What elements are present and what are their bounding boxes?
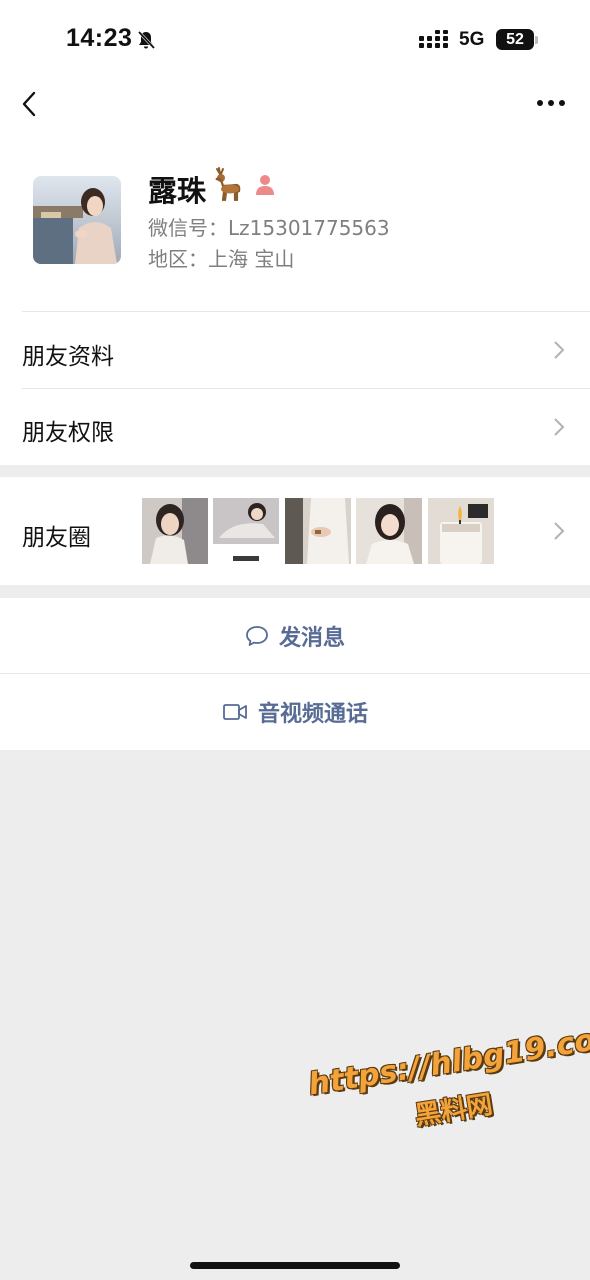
- moments-photo: [428, 498, 494, 564]
- back-icon[interactable]: [18, 90, 42, 118]
- more-icon[interactable]: [536, 96, 566, 110]
- profile-section: [0, 80, 590, 465]
- moments-photo: [285, 498, 351, 564]
- video-call-button[interactable]: 音视频通话: [0, 674, 590, 750]
- watermark-text: 黑料网: [412, 1089, 495, 1132]
- friend-info-row[interactable]: 朋友资料: [22, 337, 114, 371]
- divider: [22, 311, 590, 312]
- network-type: 5G: [459, 29, 485, 50]
- moments-photo: [213, 498, 279, 564]
- person-icon: [256, 175, 274, 195]
- battery-tip: [535, 36, 538, 44]
- profile-name: 露珠: [148, 174, 207, 208]
- moments-photo: [356, 498, 422, 564]
- chevron-right-icon: [554, 522, 565, 540]
- region: 地区：上海 宝山: [148, 247, 295, 271]
- chevron-right-icon: [554, 341, 565, 359]
- status-time: 14:23: [66, 24, 133, 52]
- video-call-label: 音视频通话: [257, 702, 368, 727]
- divider: [22, 388, 590, 389]
- signal-icon: [419, 30, 448, 48]
- battery-indicator: 52: [496, 29, 534, 50]
- home-indicator[interactable]: [190, 1262, 400, 1269]
- moments-photo: [142, 498, 208, 564]
- status-bar: 14:23 5G 52: [0, 0, 590, 80]
- avatar[interactable]: [33, 176, 121, 264]
- moments-row[interactable]: 朋友圈: [22, 518, 91, 552]
- chat-bubble-icon: [246, 626, 268, 646]
- deer-icon: [215, 167, 241, 202]
- chevron-right-icon: [554, 418, 565, 436]
- send-message-button[interactable]: 发消息: [0, 598, 590, 674]
- video-camera-icon: [223, 704, 247, 720]
- friend-permissions-row[interactable]: 朋友权限: [22, 413, 114, 447]
- send-message-label: 发消息: [278, 626, 345, 651]
- bell-muted-icon: [137, 30, 156, 50]
- wechat-id: 微信号：Lz15301775563: [148, 216, 390, 240]
